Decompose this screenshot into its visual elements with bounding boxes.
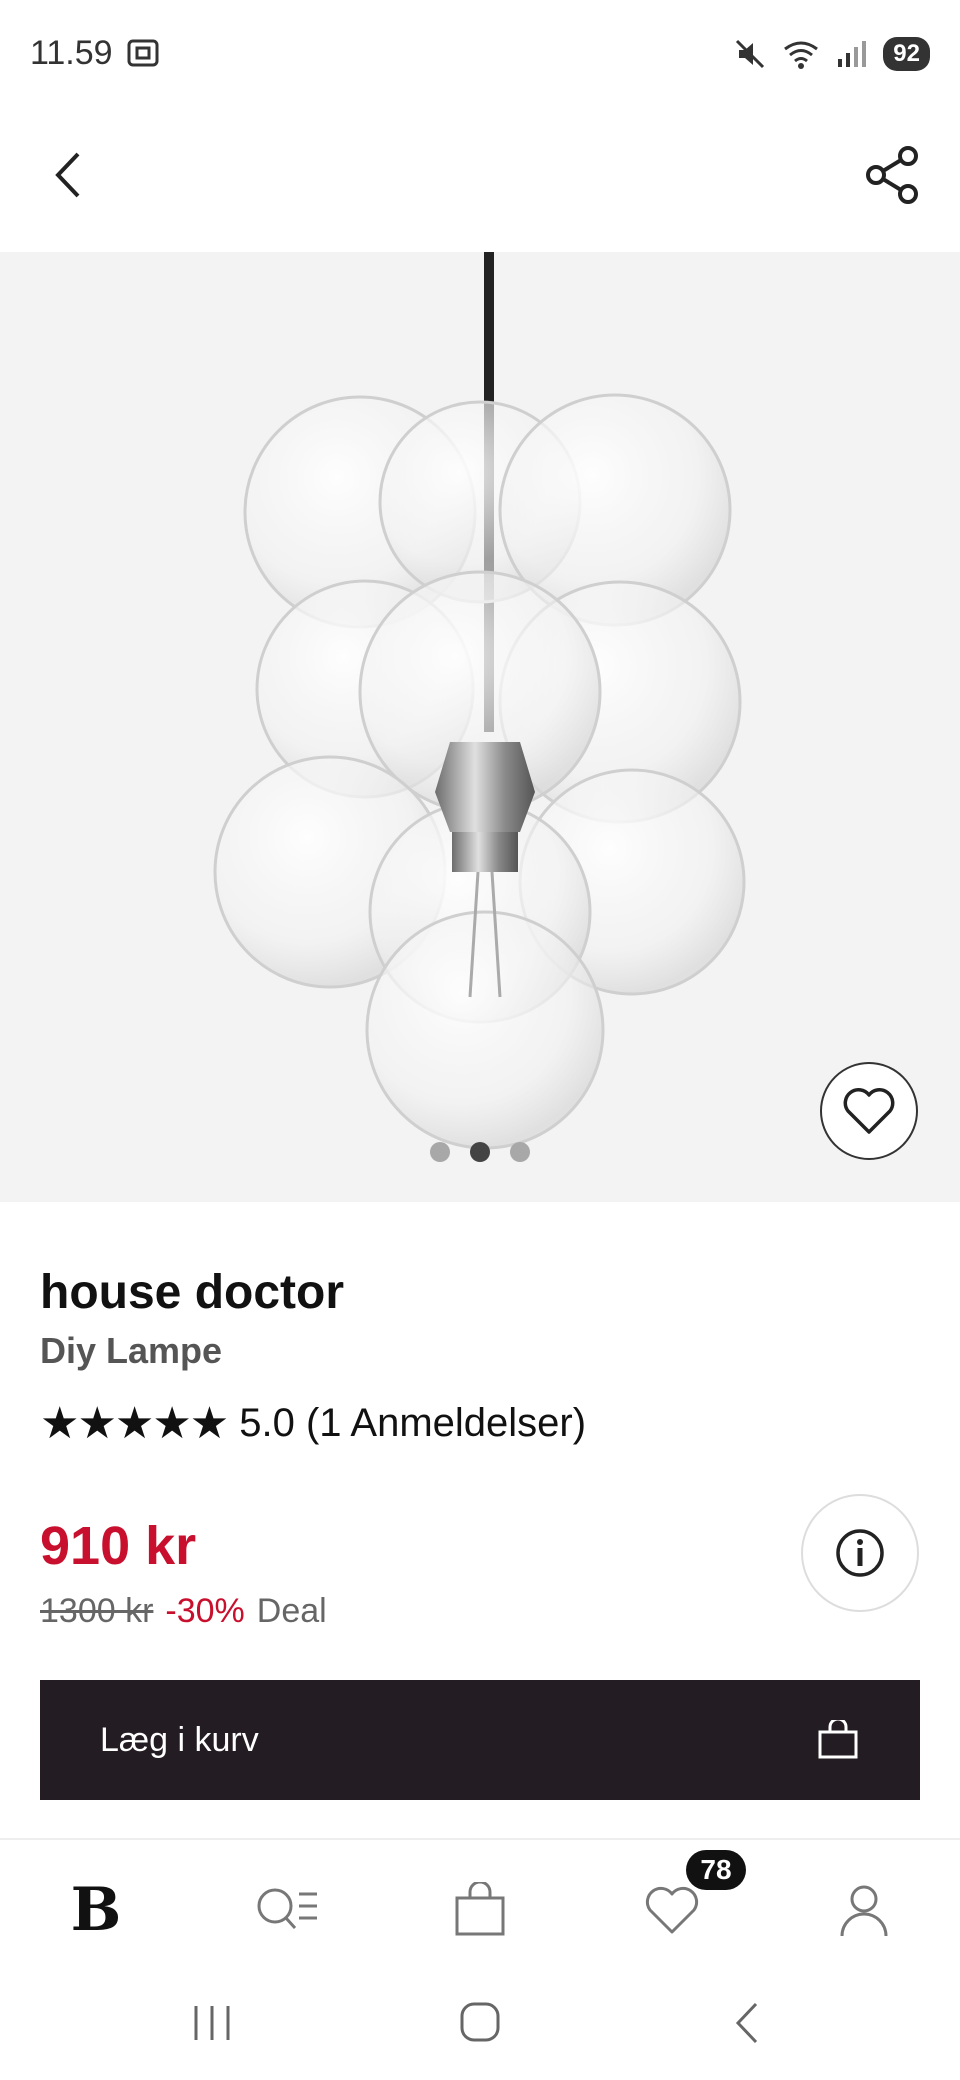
search-menu-icon xyxy=(257,1888,317,1930)
mute-icon xyxy=(736,39,765,69)
profile-icon xyxy=(840,1885,888,1937)
bottom-tab-bar: B 78 xyxy=(0,1838,960,1970)
share-icon[interactable] xyxy=(860,142,926,208)
tab-search[interactable] xyxy=(248,1870,328,1950)
heart-icon xyxy=(645,1886,699,1934)
product-image xyxy=(213,252,746,1150)
bag-icon xyxy=(818,1720,858,1759)
current-price: 910 kr xyxy=(40,1516,197,1576)
signal-icon xyxy=(838,41,867,67)
home-icon[interactable] xyxy=(450,1998,510,2048)
favorites-count-badge: 78 xyxy=(686,1850,746,1890)
product-rating[interactable]: ★★★★★ 5.0 (1 Anmeldelser) xyxy=(40,1398,586,1449)
back-arrow-icon[interactable] xyxy=(40,140,100,210)
status-bar: 11.59 92 xyxy=(0,0,960,110)
tab-home[interactable]: B xyxy=(56,1870,136,1950)
price-info-button[interactable] xyxy=(801,1494,919,1612)
top-nav xyxy=(0,110,960,252)
product-name: Diy Lampe xyxy=(40,1330,223,1371)
product-brand[interactable]: house doctor xyxy=(40,1265,344,1320)
discount-label: -30% xyxy=(165,1592,245,1630)
product-image-gallery[interactable] xyxy=(0,252,960,1202)
recent-apps-icon[interactable] xyxy=(182,1998,242,2048)
price-details: 1300 kr -30% Deal xyxy=(40,1592,327,1631)
add-to-cart-button[interactable]: Læg i kurv xyxy=(40,1680,920,1800)
system-nav-bar xyxy=(0,1968,960,2080)
info-icon xyxy=(836,1529,884,1577)
rating-text: 5.0 (1 Anmeldelser) xyxy=(239,1401,587,1445)
bag-icon xyxy=(455,1882,505,1936)
screenshot-icon xyxy=(127,39,159,67)
system-back-icon[interactable] xyxy=(718,1998,778,2048)
gallery-dots xyxy=(0,1142,960,1162)
status-time: 11.59 xyxy=(30,34,113,72)
favorite-button[interactable] xyxy=(820,1062,918,1160)
star-rating-icon: ★★★★★ xyxy=(40,1399,229,1448)
gallery-dot[interactable] xyxy=(510,1142,530,1162)
status-icons: 92 xyxy=(733,34,930,74)
old-price: 1300 kr xyxy=(40,1592,154,1630)
wifi-icon xyxy=(784,41,819,69)
logo-b-icon: B xyxy=(70,1875,122,1945)
add-to-cart-label: Læg i kurv xyxy=(100,1720,259,1759)
gallery-dot[interactable] xyxy=(430,1142,450,1162)
deal-label: Deal xyxy=(256,1592,327,1630)
tab-cart[interactable] xyxy=(440,1870,520,1950)
battery-icon: 92 xyxy=(883,37,930,71)
tab-profile[interactable] xyxy=(824,1870,904,1950)
heart-icon xyxy=(843,1088,895,1134)
gallery-dot-active[interactable] xyxy=(470,1142,490,1162)
